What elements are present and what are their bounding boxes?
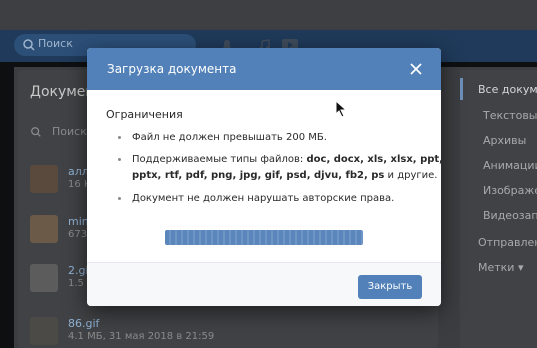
close-button[interactable]: Закрыть <box>358 275 422 299</box>
document-meta: 1.5 <box>68 278 84 289</box>
bullet <box>118 136 121 139</box>
document-thumbnail <box>30 264 58 292</box>
document-row[interactable]: 86.gif 4.1 МБ, 31 мая 2018 в 21:59 <box>30 317 450 348</box>
menu-item-sent[interactable]: Отправлен <box>478 236 537 249</box>
rule-types-prefix: Поддерживаемые типы файлов: <box>132 154 307 165</box>
restrictions-heading: Ограничения <box>106 108 183 121</box>
menu-item-archives[interactable]: Архивы <box>483 134 526 147</box>
rule-size-text: Файл не должен превышать 200 МБ. <box>132 132 327 143</box>
dialog-body: Ограничения Файл не должен превышать 200… <box>87 90 441 262</box>
menu-item-text[interactable]: Текстовые <box>483 109 537 122</box>
document-thumbnail <box>30 215 58 243</box>
bullet <box>118 197 121 200</box>
document-thumbnail <box>30 317 58 345</box>
rule-copyright-text: Документ не должен нарушать авторские пр… <box>132 193 395 204</box>
search-icon <box>31 127 41 137</box>
close-icon[interactable] <box>409 62 423 76</box>
search-icon <box>23 39 35 51</box>
menu-item-tags[interactable]: Метки ▾ <box>478 261 523 274</box>
documents-search-placeholder: Поиск <box>52 125 87 138</box>
active-indicator <box>460 78 463 100</box>
file-types-list-1: doc, docx, xls, xlsx, ppt, <box>306 154 441 165</box>
document-meta: 673 <box>68 229 88 240</box>
mouse-cursor-icon <box>335 100 348 118</box>
documents-title: Докумен <box>30 84 95 100</box>
document-meta: 4.1 МБ, 31 мая 2018 в 21:59 <box>68 331 215 342</box>
document-name[interactable]: min <box>68 215 89 228</box>
browser-top-bar <box>0 0 537 30</box>
menu-item-all[interactable]: Все докумен <box>478 83 537 96</box>
menu-item-animations[interactable]: Анимации <box>483 159 537 172</box>
search-placeholder: Поиск <box>38 37 73 50</box>
rule-types-suffix: и другие. <box>384 170 438 181</box>
menu-item-images[interactable]: Изображен <box>483 184 537 197</box>
dialog-title: Загрузка документа <box>107 62 237 76</box>
upload-document-dialog: Загрузка документа Ограничения Файл не д… <box>87 48 441 306</box>
dialog-footer: Закрыть <box>87 262 441 306</box>
rule-types-line-1: Поддерживаемые типы файлов: doc, docx, x… <box>132 152 441 168</box>
document-name[interactable]: 86.gif <box>68 317 99 330</box>
dialog-header: Загрузка документа <box>87 48 441 90</box>
document-thumbnail <box>30 165 58 193</box>
document-name[interactable]: алл <box>68 165 89 178</box>
menu-item-videos[interactable]: Видеозапи <box>483 209 537 222</box>
document-name[interactable]: 2.gi <box>68 264 89 277</box>
file-types-list-2: pptx, rtf, pdf, png, jpg, gif, psd, djvu… <box>132 170 385 181</box>
rule-types-line-2: pptx, rtf, pdf, png, jpg, gif, psd, djvu… <box>132 168 437 184</box>
bullet <box>118 158 121 161</box>
upload-progress-bar <box>165 230 363 245</box>
